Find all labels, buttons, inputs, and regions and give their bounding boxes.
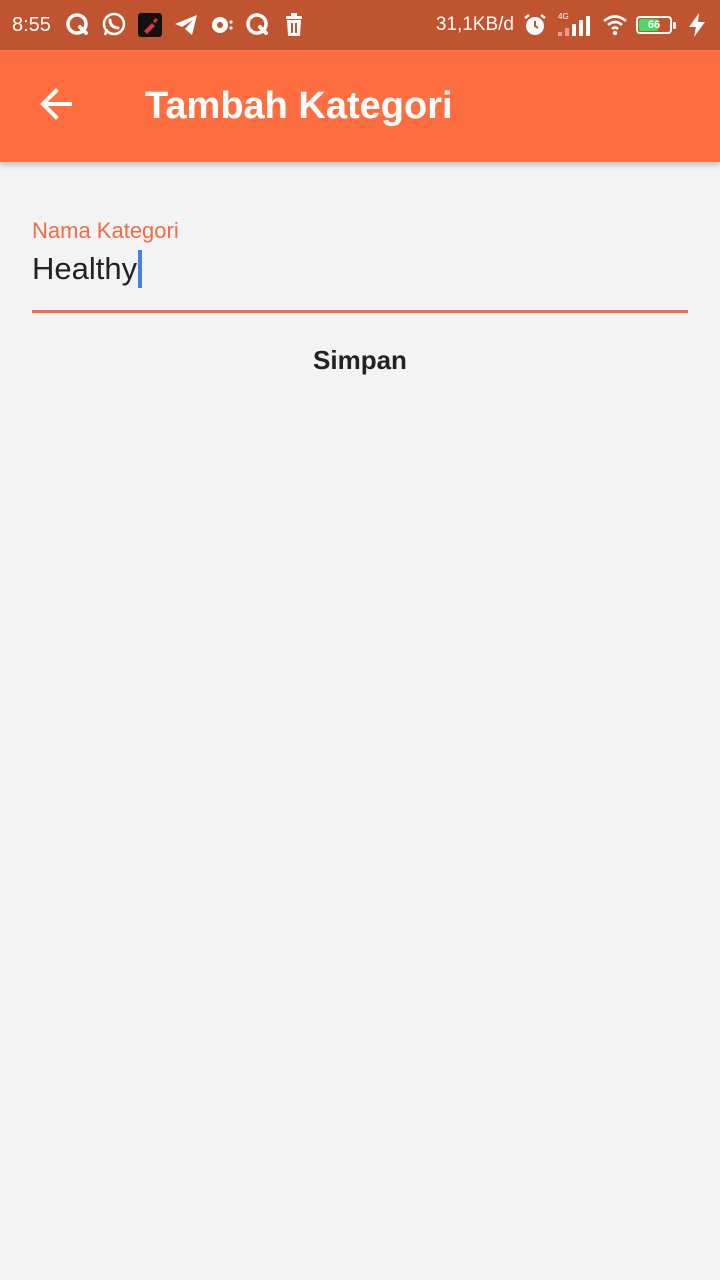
status-bar: 8:55 31,1KB/d 4G 66 [0, 0, 720, 50]
whatsapp-icon [101, 12, 127, 38]
vpn-icon [209, 12, 235, 38]
save-button[interactable]: Simpan [260, 330, 460, 390]
battery-icon: 66 [636, 16, 676, 34]
category-name-field[interactable]: Nama Kategori Healthy [32, 218, 688, 314]
category-name-value: Healthy [32, 251, 138, 286]
alarm-icon [522, 12, 548, 38]
signal-icon: 4G [556, 12, 594, 38]
text-cursor [138, 250, 143, 288]
brush-app-icon [137, 12, 163, 38]
page-title: Tambah Kategori [145, 85, 453, 127]
arrow-left-icon [36, 84, 76, 129]
category-name-label: Nama Kategori [32, 218, 179, 243]
network-type: 4G [558, 12, 569, 21]
q-app-icon [65, 12, 91, 38]
network-speed: 31,1KB/d [435, 14, 514, 35]
charging-icon [684, 12, 710, 38]
category-name-input[interactable]: Healthy [32, 250, 143, 288]
wifi-icon [602, 12, 628, 38]
app-bar: Tambah Kategori [0, 50, 720, 162]
status-left: 8:55 [12, 0, 307, 50]
status-right: 31,1KB/d 4G 66 [436, 0, 710, 50]
status-time: 8:55 [12, 13, 51, 36]
field-underline [32, 310, 688, 313]
telegram-icon [173, 12, 199, 38]
back-button[interactable] [28, 78, 84, 134]
battery-level: 66 [647, 19, 661, 31]
trash-icon [281, 12, 307, 38]
q-app-icon [245, 12, 271, 38]
